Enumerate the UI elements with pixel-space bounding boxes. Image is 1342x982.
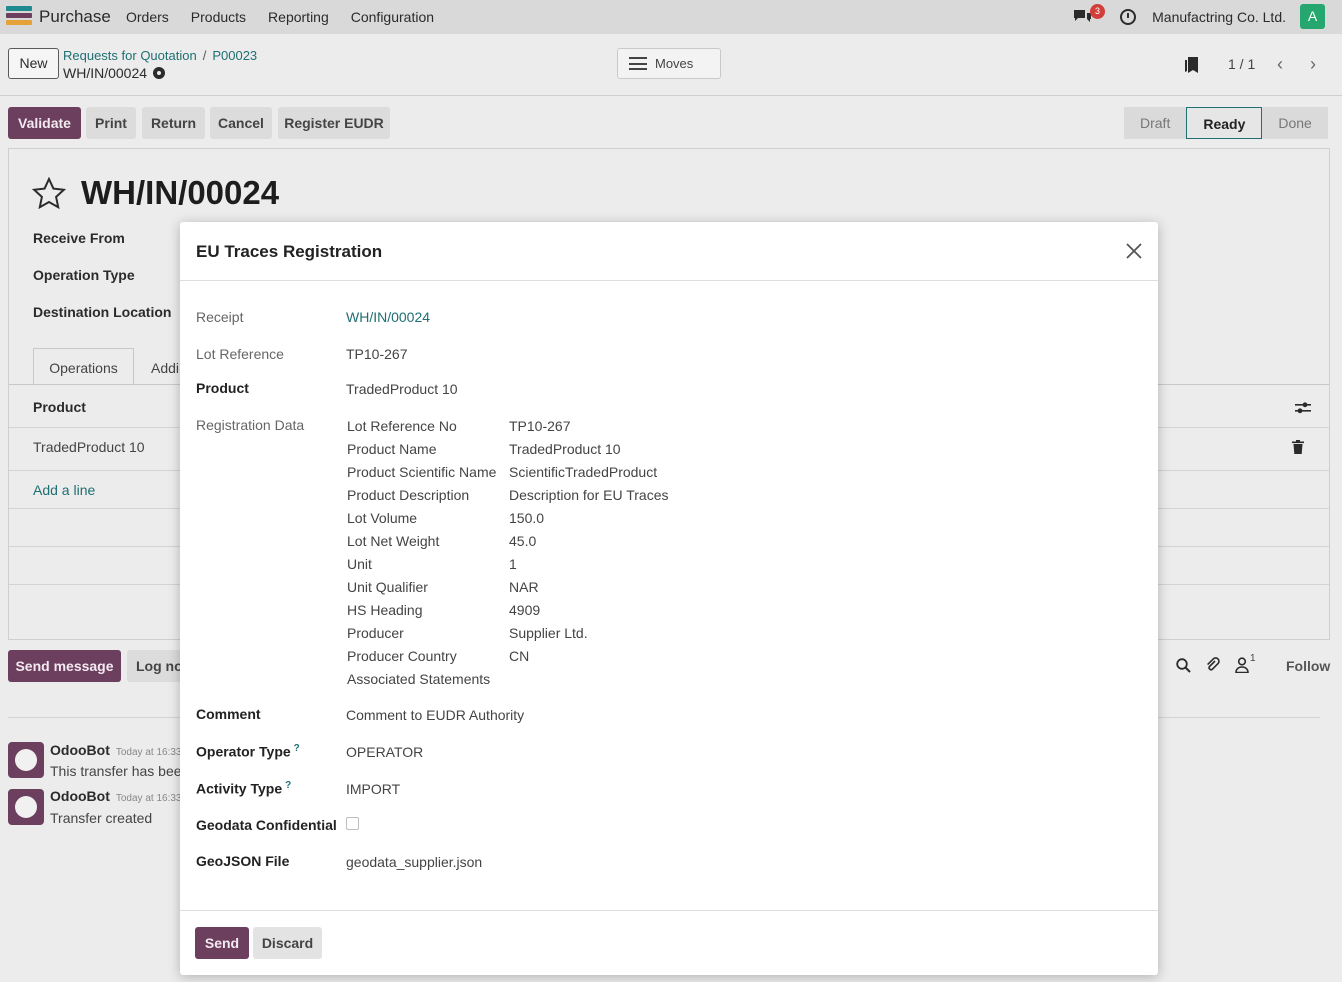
help-icon[interactable]: ? xyxy=(294,743,300,754)
product-value: TradedProduct 10 xyxy=(346,381,458,397)
geodata-confidential-label: Geodata Confidential xyxy=(196,817,337,833)
operator-type-value: OPERATOR xyxy=(346,744,424,760)
registration-value: Description for EU Traces xyxy=(509,487,669,503)
registration-key: Producer Country xyxy=(347,648,457,664)
registration-key: Unit Qualifier xyxy=(347,579,428,595)
dialog-title: EU Traces Registration xyxy=(196,242,383,261)
send-button[interactable]: Send xyxy=(195,927,249,959)
dialog-footer: Send Discard xyxy=(180,910,1158,975)
registration-value: 45.0 xyxy=(509,533,537,549)
geojson-file-value[interactable]: geodata_supplier.json xyxy=(346,854,482,870)
receipt-label: Receipt xyxy=(196,309,244,325)
registration-key: Lot Net Weight xyxy=(347,533,440,549)
activity-type-label-text: Activity Type xyxy=(196,780,283,797)
product-label: Product xyxy=(196,380,249,396)
registration-value: 1 xyxy=(509,556,517,572)
registration-key: Producer xyxy=(347,625,404,641)
close-icon[interactable] xyxy=(1125,242,1143,260)
eu-traces-dialog: EU Traces Registration Receipt WH/IN/000… xyxy=(180,222,1158,975)
lot-reference-value: TP10-267 xyxy=(346,346,408,362)
comment-value: Comment to EUDR Authority xyxy=(346,707,525,723)
registration-value: 4909 xyxy=(509,602,541,618)
comment-label: Comment xyxy=(196,706,261,722)
registration-value: TP10-267 xyxy=(509,418,571,434)
registration-value: CN xyxy=(509,648,530,664)
registration-value: NAR xyxy=(509,579,539,595)
lot-reference-label: Lot Reference xyxy=(196,346,284,362)
registration-value: Supplier Ltd. xyxy=(509,625,588,641)
discard-button[interactable]: Discard xyxy=(253,927,322,959)
dialog-header: EU Traces Registration xyxy=(180,222,1158,281)
registration-value: TradedProduct 10 xyxy=(509,441,621,457)
geojson-file-label: GeoJSON File xyxy=(196,853,290,869)
geodata-confidential-checkbox[interactable] xyxy=(346,817,359,830)
registration-value: ScientificTradedProduct xyxy=(509,464,658,480)
registration-key: Product Scientific Name xyxy=(347,464,497,480)
activity-type-value: IMPORT xyxy=(346,781,401,797)
operator-type-label-text: Operator Type xyxy=(196,743,291,760)
registration-key: HS Heading xyxy=(347,602,423,618)
registration-key: Associated Statements xyxy=(347,671,491,687)
registration-value: 150.0 xyxy=(509,510,545,526)
operator-type-label: Operator Type? xyxy=(196,743,300,760)
receipt-link[interactable]: WH/IN/00024 xyxy=(346,309,430,325)
registration-key: Lot Volume xyxy=(347,510,418,526)
help-icon[interactable]: ? xyxy=(285,780,291,791)
registration-key: Lot Reference No xyxy=(347,418,457,434)
registration-key: Unit xyxy=(347,556,372,572)
registration-key: Product Description xyxy=(347,487,470,503)
registration-data-label: Registration Data xyxy=(196,417,305,433)
activity-type-label: Activity Type? xyxy=(196,780,291,797)
registration-key: Product Name xyxy=(347,441,437,457)
